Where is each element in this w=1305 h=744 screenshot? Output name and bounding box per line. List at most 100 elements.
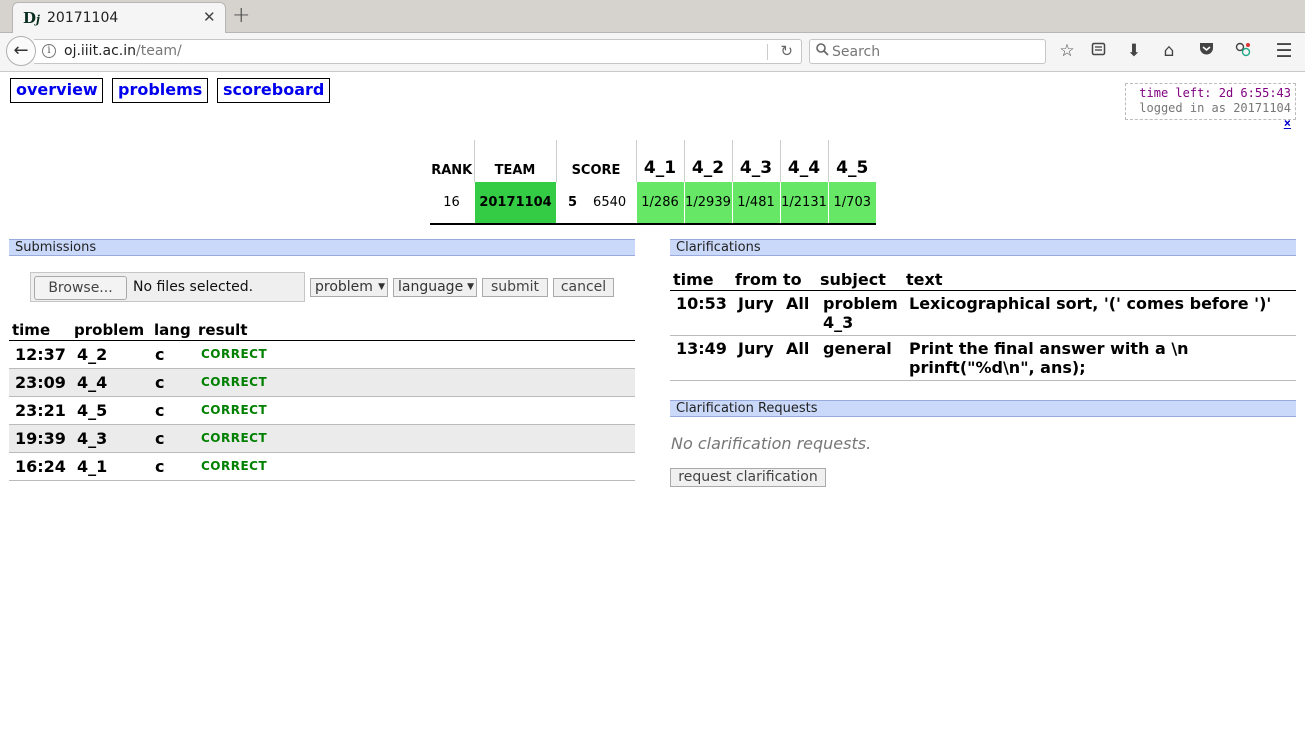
submission-result: CORRECT	[195, 396, 635, 425]
col-result: result	[195, 320, 635, 341]
clarification-to: All	[780, 290, 817, 336]
url-text[interactable]: oj.iiit.ac.in/team/	[64, 43, 182, 59]
team-header: TEAM	[473, 140, 556, 182]
col-time: time	[670, 270, 732, 291]
status-box: time left: 2d 6:55:43 logged in as 20171…	[1125, 83, 1296, 130]
table-row[interactable]: 23:09 4_4 c CORRECT	[9, 368, 635, 397]
bookmark-star-icon[interactable]: ☆	[1056, 41, 1078, 61]
col-text: text	[903, 270, 1296, 291]
team-cell[interactable]: 20171104	[473, 182, 556, 225]
problem-header[interactable]: 4_4	[779, 140, 828, 182]
table-row[interactable]: 19:39 4_3 c CORRECT	[9, 424, 635, 453]
submit-button[interactable]: submit	[482, 278, 548, 297]
table-row[interactable]: 23:21 4_5 c CORRECT	[9, 396, 635, 425]
search-bar[interactable]	[809, 39, 1046, 64]
cancel-button[interactable]: cancel	[553, 278, 614, 297]
file-upload-field[interactable]: Browse... No files selected.	[30, 272, 305, 302]
submission-problem: 4_2	[71, 340, 151, 369]
table-row[interactable]: 13:49 Jury All general Print the final a…	[670, 335, 1296, 381]
solved-count: 5	[568, 195, 578, 210]
nav-scoreboard-link[interactable]: scoreboard	[217, 78, 330, 103]
problem-score-cell: 1/481	[731, 182, 780, 225]
browse-button[interactable]: Browse...	[34, 276, 127, 300]
reload-icon[interactable]: ↻	[780, 42, 793, 60]
rank-cell: 16	[430, 182, 474, 225]
submission-time: 23:09	[9, 368, 71, 397]
col-subject: subject	[817, 270, 903, 291]
back-button[interactable]: ←	[6, 36, 36, 66]
back-arrow-icon: ←	[13, 40, 29, 61]
table-row[interactable]: 10:53 Jury All problem 4_3 Lexicographic…	[670, 290, 1296, 336]
clarification-to: All	[780, 335, 817, 381]
penalty-time: 6540	[593, 195, 627, 210]
problem-header[interactable]: 4_2	[683, 140, 732, 182]
logout-link[interactable]: ×	[1284, 116, 1291, 130]
tab-title: 20171104	[47, 10, 119, 26]
submission-problem: 4_1	[71, 452, 151, 481]
clarification-from: Jury	[732, 335, 780, 381]
problem-score-cell: 1/2131	[779, 182, 828, 225]
problem-header[interactable]: 4_1	[635, 140, 684, 182]
submission-result: CORRECT	[195, 368, 635, 397]
score-header: SCORE	[555, 140, 636, 182]
site-info-icon[interactable]: i	[42, 44, 56, 58]
problem-header[interactable]: 4_5	[827, 140, 876, 182]
search-input[interactable]	[832, 42, 1032, 61]
submission-result: CORRECT	[195, 424, 635, 453]
no-files-label: No files selected.	[133, 279, 254, 295]
browser-tab[interactable]: Dj 20171104 ✕	[12, 2, 226, 33]
pocket-icon[interactable]	[1195, 41, 1217, 61]
clarification-text: Lexicographical sort, '(' comes before '…	[903, 290, 1296, 336]
navigation-toolbar: i oj.iiit.ac.in/team/ ↻ ← ☆ ⬇ ⌂ ☰	[0, 33, 1305, 72]
scoreboard-team-row: 16 20171104 5 6540 1/286 1/2939 1/481 1/2…	[430, 182, 876, 225]
col-from: from	[732, 270, 780, 291]
language-select-value: language	[398, 279, 464, 295]
clarification-subject: problem 4_3	[817, 290, 903, 336]
clarification-from: Jury	[732, 290, 780, 336]
tab-strip: Dj 20171104 ✕ +	[0, 0, 1305, 33]
submission-lang: c	[151, 452, 195, 481]
extension-icon[interactable]	[1231, 41, 1253, 63]
submission-lang: c	[151, 396, 195, 425]
django-favicon-icon: Dj	[23, 9, 40, 27]
problem-header[interactable]: 4_3	[731, 140, 780, 182]
reading-list-icon[interactable]	[1087, 41, 1109, 61]
nav-problems-link[interactable]: problems	[112, 78, 208, 103]
table-row[interactable]: 16:24 4_1 c CORRECT	[9, 452, 635, 481]
problem-select[interactable]: problem ▼	[310, 278, 388, 297]
close-tab-icon[interactable]: ✕	[203, 8, 216, 26]
submission-problem: 4_3	[71, 424, 151, 453]
clarifications-header-row: time from to subject text	[670, 270, 1296, 291]
request-clarification-button[interactable]: request clarification	[670, 468, 826, 487]
clarifications-heading: Clarifications	[670, 239, 1296, 256]
submission-lang: c	[151, 368, 195, 397]
dropdown-arrow-icon: ▼	[378, 282, 385, 292]
new-tab-icon[interactable]: +	[232, 3, 250, 28]
time-left: time left: 2d 6:55:43	[1139, 86, 1291, 100]
home-icon[interactable]: ⌂	[1158, 41, 1180, 61]
clarification-time: 10:53	[670, 290, 732, 336]
search-icon	[816, 43, 829, 60]
problem-score-cell: 1/286	[635, 182, 684, 225]
download-icon[interactable]: ⬇	[1123, 41, 1145, 61]
scoreboard-header-row: RANK TEAM SCORE 4_1 4_2 4_3 4_4 4_5	[430, 140, 876, 182]
col-problem: problem	[71, 320, 151, 341]
language-select[interactable]: language ▼	[393, 278, 477, 297]
clarification-requests-heading: Clarification Requests	[670, 400, 1296, 417]
url-bar[interactable]: i oj.iiit.ac.in/team/ ↻	[34, 39, 802, 64]
submission-time: 23:21	[9, 396, 71, 425]
url-separator	[767, 44, 768, 60]
submissions-heading: Submissions	[9, 239, 635, 256]
logged-in-text: logged in as 20171104	[1139, 101, 1291, 115]
submission-time: 16:24	[9, 452, 71, 481]
problem-score-cell: 1/2939	[683, 182, 732, 225]
nav-overview-link[interactable]: overview	[10, 78, 103, 103]
submission-lang: c	[151, 340, 195, 369]
submission-problem: 4_4	[71, 368, 151, 397]
dropdown-arrow-icon: ▼	[467, 282, 474, 292]
hamburger-menu-icon[interactable]: ☰	[1273, 40, 1295, 62]
table-row[interactable]: 12:37 4_2 c CORRECT	[9, 340, 635, 369]
submissions-table: time problem lang result 12:37 4_2 c COR…	[9, 320, 635, 481]
problem-score-cell: 1/703	[827, 182, 876, 225]
clarification-text: Print the final answer with a \n prinft(…	[903, 335, 1296, 381]
